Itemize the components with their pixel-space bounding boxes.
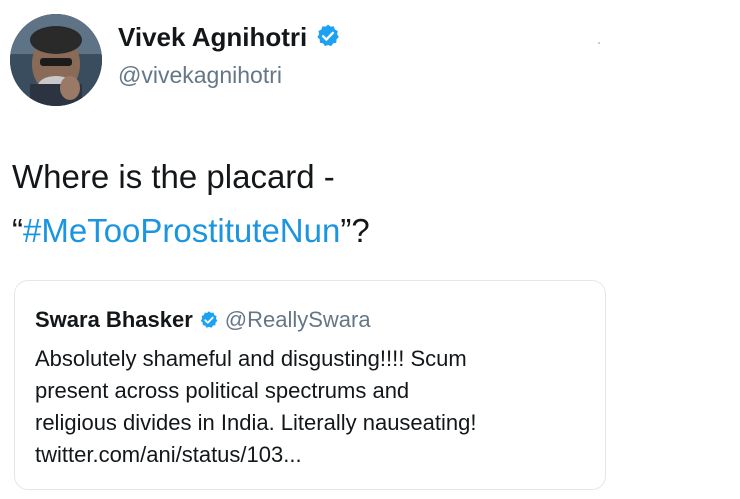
avatar-photo	[10, 14, 102, 106]
quoted-text-line: Absolutely shameful and disgusting!!!! S…	[35, 346, 467, 371]
quoted-tweet[interactable]: Swara Bhasker @ReallySwara Absolutely sha…	[14, 280, 606, 490]
quoted-text-line: religious divides in India. Literally na…	[35, 410, 477, 435]
decorative-dot	[598, 42, 600, 44]
verified-badge-icon	[315, 23, 341, 56]
quoted-tweet-text: Absolutely shameful and disgusting!!!! S…	[35, 343, 595, 471]
verified-badge-icon	[199, 310, 219, 336]
quoted-tweet-header: Swara Bhasker @ReallySwara	[35, 307, 371, 336]
author-name[interactable]: Vivek Agnihotri	[118, 22, 307, 52]
quote-open: “	[12, 212, 23, 249]
quote-close: ”?	[340, 212, 370, 249]
quoted-text-line: present across political spectrums and	[35, 378, 410, 403]
quoted-link[interactable]: twitter.com/ani/status/103...	[35, 439, 595, 471]
author-handle[interactable]: @vivekagnihotri	[118, 62, 282, 89]
author-name-row[interactable]: Vivek Agnihotri	[118, 22, 341, 56]
quoted-author-name[interactable]: Swara Bhasker	[35, 307, 193, 332]
quoted-author-handle[interactable]: @ReallySwara	[225, 307, 371, 332]
avatar[interactable]	[10, 14, 102, 106]
tweet-text: Where is the placard - “#MeTooProstitute…	[12, 150, 370, 258]
tweet-text-line-2: “#MeTooProstituteNun”?	[12, 204, 370, 258]
hashtag-link[interactable]: #MeTooProstituteNun	[23, 212, 340, 249]
tweet-text-line-1: Where is the placard -	[12, 158, 335, 195]
